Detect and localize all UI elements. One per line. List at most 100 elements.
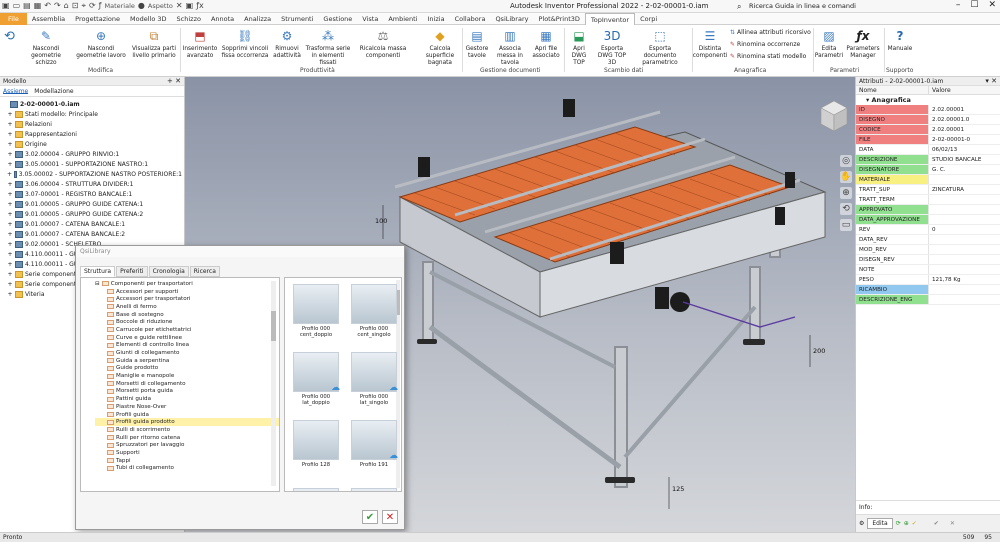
- look-at-icon[interactable]: ▭: [840, 219, 852, 231]
- library-category[interactable]: Anelli di fermo: [95, 303, 279, 311]
- expand-toggle-icon[interactable]: +: [7, 241, 13, 248]
- expand-toggle-icon[interactable]: +: [7, 181, 13, 188]
- export-parametric-button[interactable]: ⬚ Esporta documento parametrico: [632, 27, 688, 67]
- settings-icon[interactable]: ⚙: [859, 520, 864, 527]
- home-icon[interactable]: ⌂: [64, 1, 69, 12]
- cancel-button[interactable]: ✕: [382, 510, 398, 524]
- remove-adaptive-button[interactable]: ⚙ Rimuovi adattività: [272, 27, 302, 60]
- confirm-icon[interactable]: ✔: [934, 520, 939, 527]
- expand-toggle-icon[interactable]: +: [7, 171, 12, 178]
- expand-toggle-icon[interactable]: +: [7, 131, 13, 138]
- library-category[interactable]: Guide prodotto: [95, 365, 279, 373]
- view-parts-button[interactable]: ⧉ Visualizza parti livello primario: [130, 27, 178, 60]
- library-category[interactable]: Elementi di controllo linea: [95, 342, 279, 350]
- attribute-row[interactable]: TRATT_SUP ZINCATURA: [856, 185, 1000, 195]
- save-icon[interactable]: ▦: [34, 1, 42, 12]
- tab-strumenti[interactable]: Strumenti: [276, 13, 318, 25]
- expand-toggle-icon[interactable]: +: [7, 161, 13, 168]
- library-root[interactable]: ⊟ Componenti per trasportatori: [95, 280, 279, 288]
- library-category[interactable]: Tubi di collegamento: [95, 465, 279, 473]
- expand-toggle-icon[interactable]: +: [7, 221, 13, 228]
- tab-inizia[interactable]: Inizia: [423, 13, 450, 25]
- library-item[interactable]: ☁ Profilo 000 lat_doppio: [291, 352, 341, 406]
- library-item[interactable]: [291, 488, 341, 491]
- attribute-row[interactable]: DISEGN_REV: [856, 255, 1000, 265]
- attribute-value[interactable]: [929, 295, 1000, 304]
- attribute-row[interactable]: FILE 2-02-00001-0: [856, 135, 1000, 145]
- library-category[interactable]: Supporti: [95, 449, 279, 457]
- help-search-input[interactable]: ⌕ Ricerca Guida in linea e comandi: [735, 1, 885, 12]
- viewcube-icon[interactable]: [819, 99, 849, 133]
- library-item[interactable]: ☁ Profilo 191: [349, 420, 399, 468]
- library-category[interactable]: Rulli per ritorno catena: [95, 434, 279, 442]
- tree-item[interactable]: +3.02.00004 - GRUPPO RINVIO:1: [2, 149, 182, 159]
- tab-modello-3d[interactable]: Modello 3D: [125, 13, 172, 25]
- minimize-icon[interactable]: –: [956, 0, 961, 10]
- tree-item[interactable]: +3.05.00001 - SUPPORTAZIONE NASTRO:1: [2, 159, 182, 169]
- maximize-icon[interactable]: ☐: [970, 0, 978, 10]
- tab-ricerca[interactable]: Ricerca: [189, 266, 220, 277]
- attribute-value[interactable]: [929, 195, 1000, 204]
- library-category[interactable]: Morsetti di collegamento: [95, 380, 279, 388]
- redo-icon[interactable]: ↷: [54, 1, 61, 12]
- undo-icon[interactable]: ↶: [44, 1, 51, 12]
- attribute-value[interactable]: [929, 255, 1000, 264]
- expand-toggle-icon[interactable]: +: [7, 211, 13, 218]
- close-icon[interactable]: ✕: [988, 0, 996, 10]
- tab-analizza[interactable]: Analizza: [239, 13, 276, 25]
- orbit-icon[interactable]: ⟲: [840, 203, 852, 215]
- tab-file[interactable]: File: [0, 13, 27, 25]
- attribute-value[interactable]: 0: [929, 225, 1000, 234]
- attribute-row[interactable]: DISEGNO 2.02.00001.0: [856, 115, 1000, 125]
- expand-toggle-icon[interactable]: +: [7, 111, 13, 118]
- attribute-value[interactable]: G. C.: [929, 165, 1000, 174]
- expand-toggle-icon[interactable]: +: [7, 151, 13, 158]
- apply-icon[interactable]: ✓: [912, 520, 917, 527]
- manual-button[interactable]: ? Manuale: [886, 27, 914, 53]
- attribute-value[interactable]: [929, 175, 1000, 184]
- ribbon-left-icon[interactable]: ⟲: [4, 29, 15, 44]
- open-associated-button[interactable]: ▦ Apri file associato: [530, 27, 562, 60]
- update-icon[interactable]: ⟳: [89, 1, 96, 12]
- tree-item[interactable]: 2-02-00001-0.iam: [2, 99, 182, 109]
- expand-toggle-icon[interactable]: +: [7, 201, 13, 208]
- tab-schizzo[interactable]: Schizzo: [172, 13, 206, 25]
- library-category[interactable]: Maniglie e manopole: [95, 372, 279, 380]
- attribute-row[interactable]: DESCRIZIONE_ENG: [856, 295, 1000, 305]
- tree-item[interactable]: +3.06.00004 - STRUTTURA DIVIDER:1: [2, 179, 182, 189]
- tab-annota[interactable]: Annota: [206, 13, 239, 25]
- panel-controls[interactable]: ▾ ✕: [985, 77, 997, 85]
- rename-occurrences-button[interactable]: ✎ Rinomina occorrenze: [730, 41, 800, 48]
- edit-button[interactable]: Edita: [867, 518, 893, 529]
- library-category[interactable]: Pattini guida: [95, 395, 279, 403]
- tree-item[interactable]: +9.01.00005 - GRUPPO GUIDE CATENA:1: [2, 199, 182, 209]
- tab-gestione[interactable]: Gestione: [318, 13, 357, 25]
- expand-toggle-icon[interactable]: +: [7, 281, 13, 288]
- new-icon[interactable]: ▭: [13, 1, 21, 12]
- tree-item[interactable]: + Relazioni: [2, 119, 182, 129]
- bom-button[interactable]: ☰ Distinta componenti: [693, 27, 727, 60]
- tab-assieme[interactable]: Assieme: [3, 88, 29, 95]
- attribute-value[interactable]: 2.02.00001.0: [929, 115, 1000, 124]
- library-category[interactable]: Accessori per trasportatori: [95, 295, 279, 303]
- attribute-row[interactable]: TRATT_TERM: [856, 195, 1000, 205]
- props-icon[interactable]: ▣: [186, 1, 194, 12]
- library-category[interactable]: Boccole di riduzione: [95, 318, 279, 326]
- parameters-manager-button[interactable]: ƒx Parameters Manager: [845, 27, 881, 60]
- library-category[interactable]: Curve e guide rettilinee: [95, 334, 279, 342]
- fx-quick-icon[interactable]: ƒ: [99, 1, 102, 12]
- tree-item[interactable]: +9.01.00007 - CATENA BANCALE:1: [2, 219, 182, 229]
- attribute-value[interactable]: STUDIO BANCALE: [929, 155, 1000, 164]
- attribute-value[interactable]: [929, 205, 1000, 214]
- tab-vista[interactable]: Vista: [357, 13, 383, 25]
- tree-item[interactable]: +9.01.00005 - GRUPPO GUIDE CATENA:2: [2, 209, 182, 219]
- library-category[interactable]: Carrucole per etichettatrici: [95, 326, 279, 334]
- expand-toggle-icon[interactable]: +: [7, 261, 13, 268]
- insert-advanced-button[interactable]: ⬒ Inserimento avanzato: [182, 27, 218, 60]
- steering-wheel-icon[interactable]: ◎: [840, 155, 852, 167]
- library-category[interactable]: Tappi: [95, 457, 279, 465]
- tab-modellazione[interactable]: Modellazione: [34, 88, 73, 95]
- collapse-icon[interactable]: ⊟: [95, 281, 100, 287]
- expand-toggle-icon[interactable]: +: [7, 121, 13, 128]
- attribute-value[interactable]: ZINCATURA: [929, 185, 1000, 194]
